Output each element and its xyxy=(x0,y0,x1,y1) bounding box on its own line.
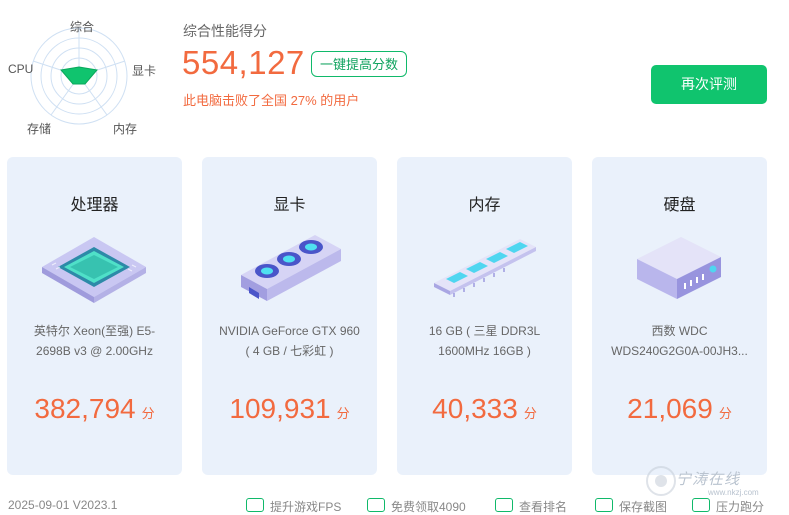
score-title: 综合性能得分 xyxy=(183,23,267,39)
gpu-card[interactable]: 显卡 NVIDIA GeForce GTX 960 ( 4 GB / 七彩虹 )… xyxy=(202,157,377,475)
retest-button[interactable]: 再次评测 xyxy=(651,65,767,104)
radar-label-overall: 综合 xyxy=(70,20,95,34)
card-score-value: 109,931 xyxy=(229,393,331,424)
card-title: 显卡 xyxy=(273,197,306,214)
footer-link-screenshot[interactable]: 保存截图 xyxy=(595,498,667,515)
footer-link-stress-test[interactable]: 压力跑分 xyxy=(692,498,764,515)
card-score: 21,069 分 xyxy=(592,393,767,425)
radar-chart: 综合 显卡 CPU 存储 内存 xyxy=(0,10,170,140)
watermark-text: 宁涛在线 xyxy=(676,471,741,488)
card-score: 382,794 分 xyxy=(7,393,182,425)
cpu-chip-icon xyxy=(42,237,146,303)
watermark-url: www.nkzj.com xyxy=(708,488,759,497)
card-score-value: 40,333 xyxy=(432,393,518,424)
card-score-value: 382,794 xyxy=(34,393,136,424)
card-score-unit: 分 xyxy=(336,406,350,421)
graphics-card-icon xyxy=(241,235,341,301)
card-score: 40,333 分 xyxy=(397,393,572,425)
boost-score-button[interactable]: 一键提高分数 xyxy=(311,51,407,77)
card-description: 16 GB ( 三星 DDR3L 1600MHz 16GB ) xyxy=(428,324,541,358)
hard-drive-icon xyxy=(637,237,721,299)
memory-card[interactable]: 内存 16 GB ( 三星 DDR3L 1600MHz 16GB ) 40,33… xyxy=(397,157,572,475)
card-score-value: 21,069 xyxy=(627,393,713,424)
footer-link-free-4090[interactable]: 免费领取4090 xyxy=(367,498,466,515)
radar-label-cpu: CPU xyxy=(8,62,34,76)
radar-label-gpu: 显卡 xyxy=(132,64,157,78)
cpu-card[interactable]: 处理器 英特尔 Xeon(至强) E5-2698B v3 @ 2.00GHz 3… xyxy=(7,157,182,475)
card-title: 处理器 xyxy=(70,197,119,214)
memory-stick-icon xyxy=(434,239,536,297)
card-description: 西数 WDC WDS240G2G0A-00JH3... xyxy=(611,324,748,358)
card-score: 109,931 分 xyxy=(202,393,377,425)
footer-link-ranking[interactable]: 查看排名 xyxy=(495,498,567,515)
card-score-unit: 分 xyxy=(141,406,155,421)
card-description: NVIDIA GeForce GTX 960 ( 4 GB / 七彩虹 ) xyxy=(219,324,360,358)
card-score-unit: 分 xyxy=(523,406,537,421)
radar-label-memory: 内存 xyxy=(113,122,138,136)
radar-label-storage: 存储 xyxy=(27,122,52,136)
beat-percentage-text: 此电脑击败了全国 27% 的用户 xyxy=(183,93,360,108)
radar-score-area xyxy=(60,66,98,85)
footer-link-fps[interactable]: 提升游戏FPS xyxy=(246,498,341,515)
overall-score: 554,127 xyxy=(182,44,305,81)
card-score-unit: 分 xyxy=(718,406,732,421)
card-description: 英特尔 Xeon(至强) E5-2698B v3 @ 2.00GHz xyxy=(33,324,156,358)
card-title: 内存 xyxy=(468,197,501,214)
disk-card[interactable]: 硬盘 西数 WDC WDS240G2G0A-00JH3... 21,069 分 xyxy=(592,157,767,475)
card-title: 硬盘 xyxy=(663,197,696,214)
